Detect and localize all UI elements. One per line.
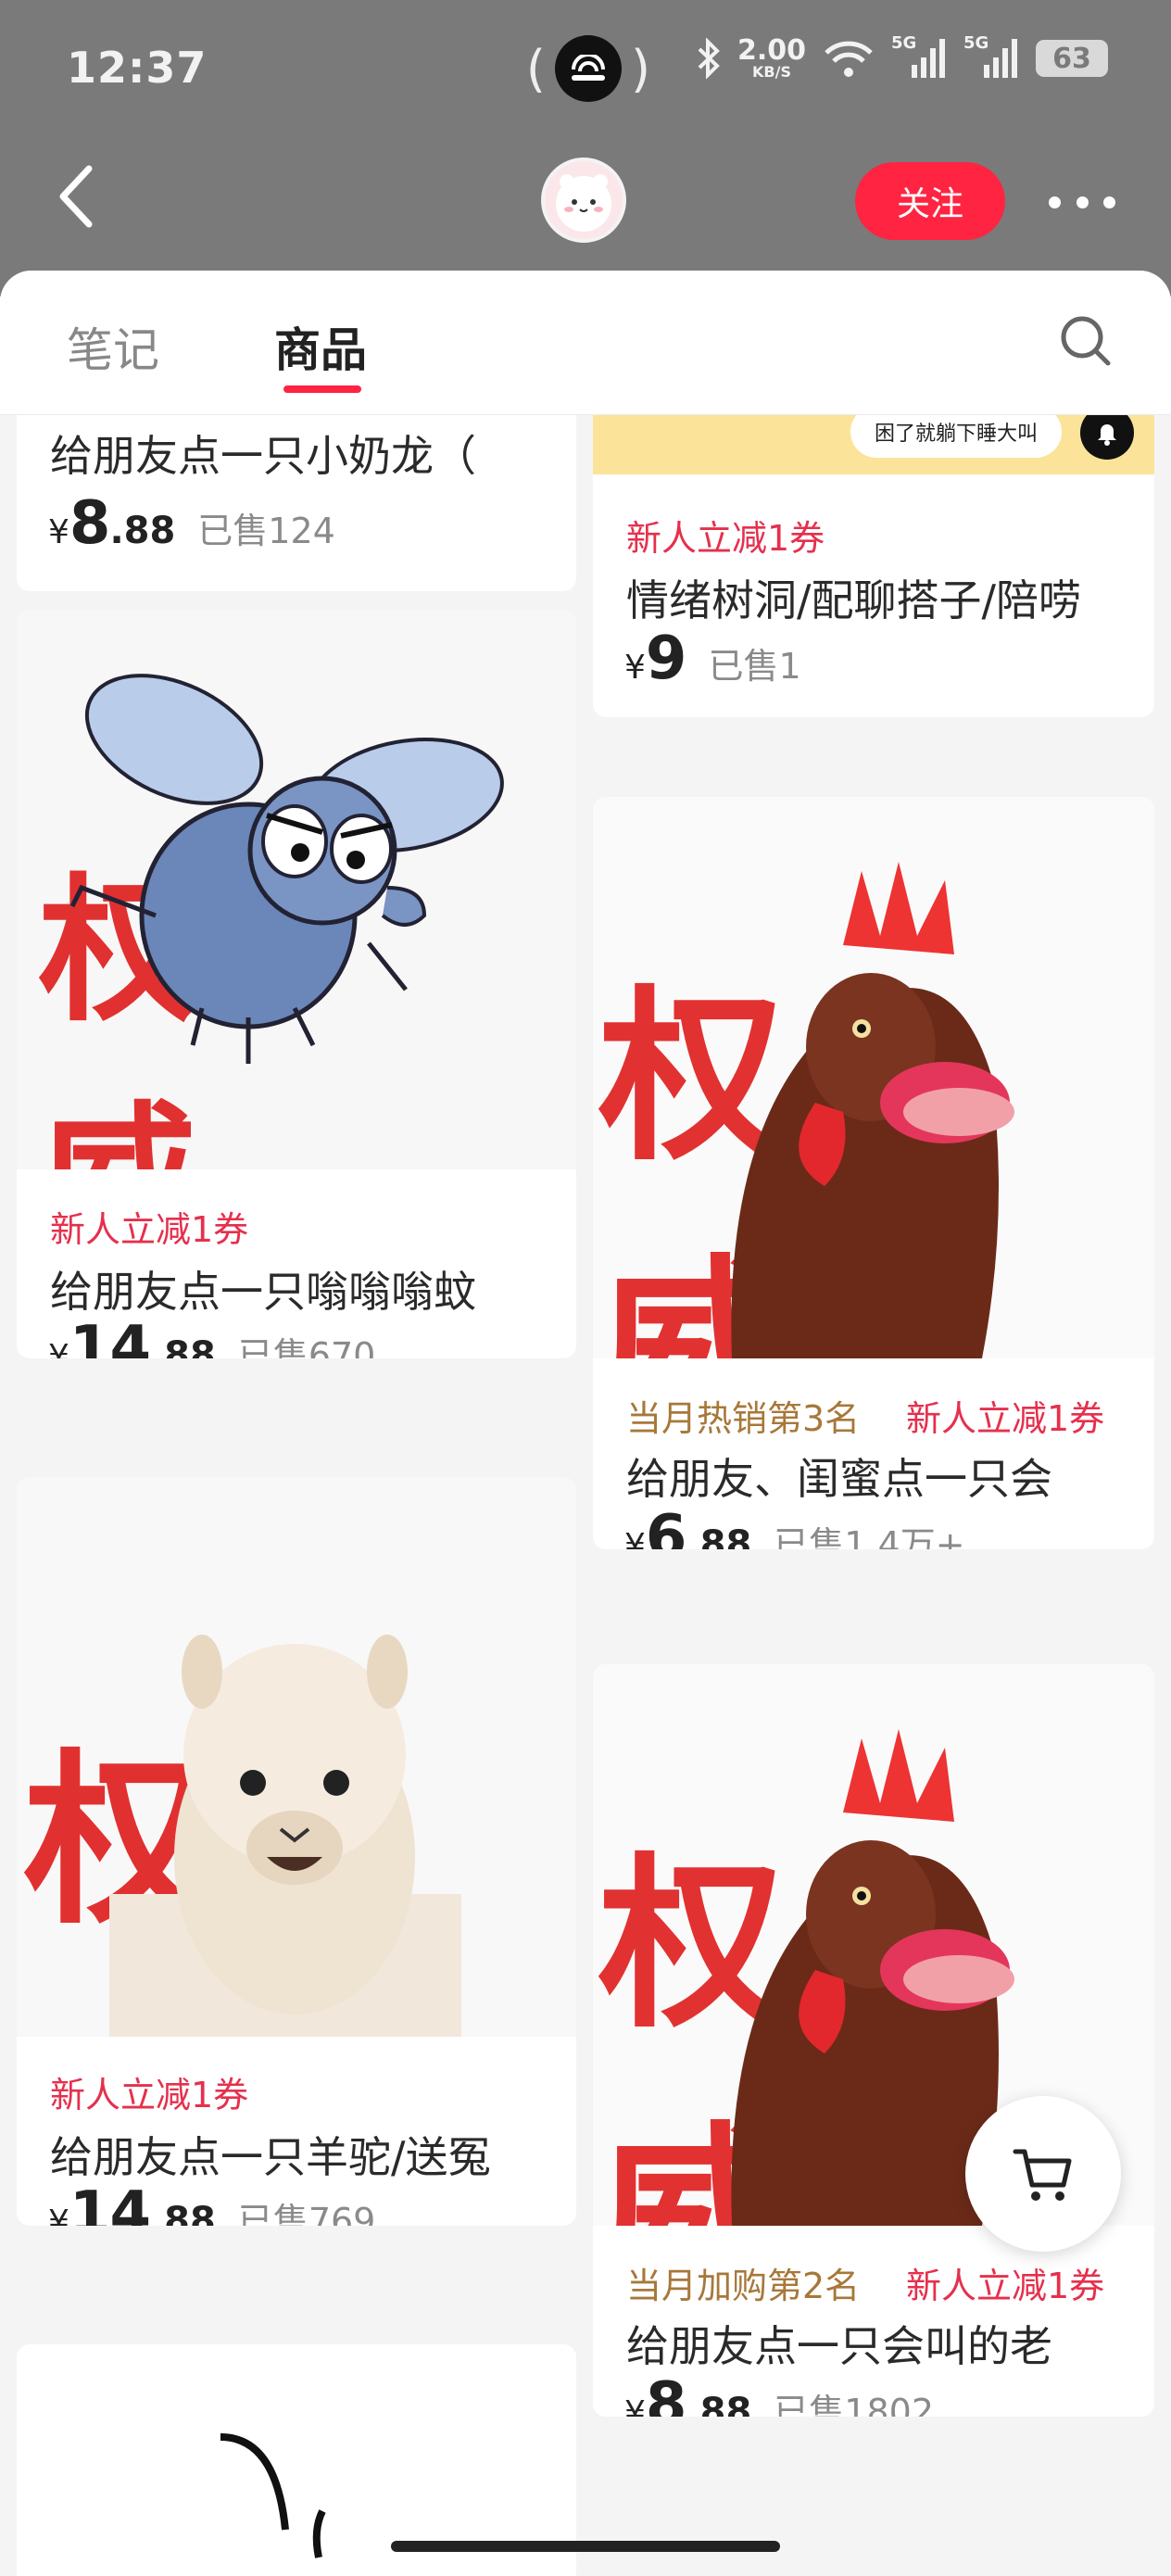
shop-header: 关注	[0, 139, 1171, 278]
product-tag: 新人立减1券	[50, 1209, 249, 1250]
bluetooth-icon	[698, 38, 720, 79]
product-image: 权威	[593, 797, 1154, 1358]
hotspot-icon	[555, 35, 622, 102]
product-rank-tag: 当月加购第2名	[626, 2266, 861, 2306]
product-card-alpaca[interactable]: 权威 新人立减1券 给朋友点一只羊驼/送冤 ¥14.88已售769	[17, 1477, 576, 2226]
home-indicator[interactable]	[391, 2541, 780, 2552]
wifi-icon	[825, 41, 873, 77]
product-card-emotion[interactable]: 困了就躺下睡大叫 新人立减1券 情绪树洞/配聊搭子/陪唠 ¥9 已售1	[593, 363, 1154, 717]
tab-goods[interactable]: 商品	[274, 313, 367, 380]
shop-avatar[interactable]	[541, 158, 626, 243]
product-tag: 新人立减1券	[906, 1398, 1105, 1439]
product-title: 给朋友点一只嗡嗡嗡蚊	[50, 1267, 476, 1317]
product-tag: 新人立减1券	[50, 2075, 249, 2115]
product-image: 权威	[17, 1477, 576, 2037]
tab-notes[interactable]: 笔记	[67, 313, 159, 380]
product-title: 给朋友点一只小奶龙（	[50, 431, 476, 481]
signal-icon-2: 5G	[963, 33, 1019, 80]
status-bar: 12:37 ( ) 2.00 KB/S 5G 5G 63	[0, 0, 1171, 139]
product-card-chicken[interactable]: 权威 当月热销第3名 新人立减1券 给朋友、闺蜜点一只会 ¥6.88已售1.4万…	[593, 797, 1154, 1549]
product-tag: 新人立减1券	[626, 518, 825, 559]
tab-bar: 笔记 商品	[0, 271, 1171, 415]
product-price: ¥6.88 已售1.4万+	[624, 1503, 965, 1549]
back-icon	[59, 165, 93, 228]
chicken-illustration	[731, 862, 1014, 1358]
cart-icon	[1013, 2149, 1072, 2201]
battery-indicator: 63	[1036, 40, 1109, 77]
product-price: ¥14.88 已售769	[48, 2179, 376, 2226]
status-icons: 2.00 KB/S 5G 5G 63	[697, 33, 1109, 81]
product-price: ¥14.88 已售670	[48, 1314, 376, 1358]
product-rank-tag: 当月热销第3名	[626, 1398, 861, 1439]
back-button[interactable]	[48, 159, 113, 234]
product-title: 给朋友、闺蜜点一只会	[626, 1454, 1052, 1504]
hotspot-indicator: ( )	[523, 35, 653, 102]
active-tab-indicator	[283, 385, 361, 393]
paren-left: (	[525, 39, 546, 98]
fly-illustration	[69, 674, 504, 1064]
search-icon[interactable]	[1056, 311, 1115, 371]
product-title: 给朋友点一只羊驼/送冤	[50, 2132, 491, 2182]
product-title: 给朋友点一只会叫的老	[626, 2321, 1052, 2371]
product-price: ¥9 已售1	[624, 625, 801, 693]
product-title: 情绪树洞/配聊搭子/陪唠	[626, 575, 1081, 625]
cart-button[interactable]	[965, 2096, 1121, 2252]
product-tag: 新人立减1券	[906, 2266, 1105, 2306]
follow-button[interactable]: 关注	[855, 162, 1005, 240]
product-price: ¥8.88 已售1802	[624, 2370, 935, 2417]
more-icon[interactable]	[1049, 185, 1115, 219]
paren-right: )	[631, 39, 651, 98]
network-speed: 2.00 KB/S	[737, 34, 807, 81]
status-time: 12:37	[67, 43, 208, 93]
product-card-chicken-2[interactable]: 权威 当月加购第2名 新人立减1券 给朋友点一只会叫的老 ¥8.88已售1802	[593, 1664, 1154, 2417]
product-card-mosquito[interactable]: 权威 新人立减1券 给朋友点一只嗡嗡嗡蚊 ¥14.88已售670	[17, 610, 576, 1358]
alpaca-illustration	[109, 1635, 461, 2037]
product-price: ¥8.88 已售124	[48, 489, 335, 558]
signal-icon-1: 5G	[891, 33, 947, 80]
product-image: 权威	[17, 610, 576, 1169]
